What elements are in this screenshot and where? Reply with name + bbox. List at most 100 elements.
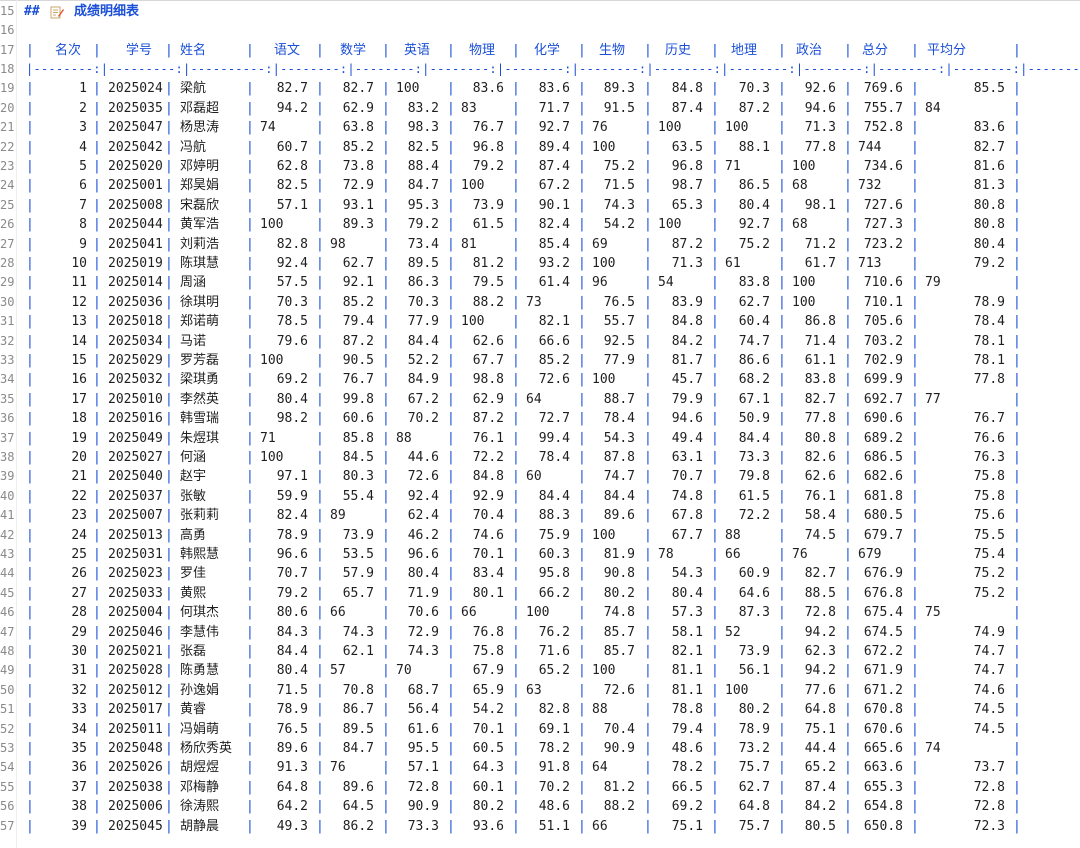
- table-cell[interactable]: 2025006: [108, 797, 163, 816]
- table-cell[interactable]: 94.2: [277, 99, 308, 118]
- table-cell[interactable]: 98.1: [805, 196, 836, 215]
- table-cell[interactable]: 徐涛熙: [180, 797, 219, 816]
- table-cell[interactable]: 梁航: [180, 79, 206, 98]
- table-cell[interactable]: 81.6: [974, 157, 1005, 176]
- table-cell[interactable]: 87.2: [672, 235, 703, 254]
- table-header-cell[interactable]: 平均分: [927, 41, 966, 60]
- table-cell[interactable]: 69.1: [539, 720, 570, 739]
- table-cell[interactable]: 64.5: [343, 797, 374, 816]
- table-cell[interactable]: 84: [925, 99, 941, 118]
- table-cell[interactable]: 72.7: [539, 409, 570, 428]
- editor-line[interactable]: 16: [0, 21, 1080, 40]
- editor-line[interactable]: 51 | | | | | | | | | | | | | | | 33 2025017 黄睿 78.9 86.7 56.4…: [0, 700, 1080, 719]
- table-cell[interactable]: 92.9: [473, 487, 504, 506]
- table-cell[interactable]: 2025023: [108, 564, 163, 583]
- table-cell[interactable]: 88.4: [408, 157, 439, 176]
- table-cell[interactable]: 57: [330, 661, 346, 680]
- table-cell[interactable]: 86.6: [739, 351, 770, 370]
- table-cell[interactable]: 679: [858, 545, 881, 564]
- table-cell[interactable]: 84.8: [672, 312, 703, 331]
- table-cell[interactable]: 49.3: [277, 817, 308, 836]
- table-cell[interactable]: 70.6: [408, 603, 439, 622]
- table-cell[interactable]: 63.5: [672, 138, 703, 157]
- editor-line[interactable]: 18 |--------:|---------:|----------:|----…: [0, 60, 1080, 79]
- table-cell[interactable]: 62.1: [343, 642, 374, 661]
- table-cell[interactable]: 76.7: [974, 409, 1005, 428]
- table-cell[interactable]: 744: [858, 138, 881, 157]
- table-cell[interactable]: 72.6: [408, 467, 439, 486]
- editor-line[interactable]: 26 | | | | | | | | | | | | | | | 8 2025044 黄军浩 100 89.3 79.2 6…: [0, 215, 1080, 234]
- editor-line[interactable]: 56 | | | | | | | | | | | | | | | 38 2025006 徐涛熙 64.2 64.5 90.…: [0, 797, 1080, 816]
- table-cell[interactable]: 2025011: [108, 720, 163, 739]
- table-cell[interactable]: 67.2: [408, 390, 439, 409]
- table-cell[interactable]: 60.7: [277, 138, 308, 157]
- table-cell[interactable]: 100: [461, 176, 484, 195]
- table-cell[interactable]: 75.9: [539, 526, 570, 545]
- table-cell[interactable]: 670.8: [864, 700, 903, 719]
- table-cell[interactable]: 86.2: [343, 817, 374, 836]
- table-cell[interactable]: 72.2: [473, 448, 504, 467]
- table-cell[interactable]: 85.2: [343, 293, 374, 312]
- table-cell[interactable]: 陈勇慧: [180, 661, 219, 680]
- table-cell[interactable]: 25: [71, 545, 87, 564]
- table-cell[interactable]: 57.1: [277, 196, 308, 215]
- table-cell[interactable]: 85.2: [343, 138, 374, 157]
- table-cell[interactable]: 100: [725, 681, 748, 700]
- table-cell[interactable]: 78.5: [277, 312, 308, 331]
- table-cell[interactable]: 670.6: [864, 720, 903, 739]
- table-cell[interactable]: 2025013: [108, 526, 163, 545]
- table-cell[interactable]: 66.5: [672, 778, 703, 797]
- table-cell[interactable]: 75.8: [974, 487, 1005, 506]
- table-cell[interactable]: 675.4: [864, 603, 903, 622]
- table-cell[interactable]: 54.2: [473, 700, 504, 719]
- table-cell[interactable]: 68: [792, 215, 808, 234]
- table-cell[interactable]: 72.3: [974, 817, 1005, 836]
- table-cell[interactable]: 89.5: [343, 720, 374, 739]
- table-header-cell[interactable]: 数学: [340, 41, 366, 60]
- table-cell[interactable]: 82.7: [343, 79, 374, 98]
- table-cell[interactable]: 84.4: [408, 332, 439, 351]
- table-cell[interactable]: 70.4: [604, 720, 635, 739]
- table-cell[interactable]: 76.8: [473, 623, 504, 642]
- table-cell[interactable]: 72.9: [408, 623, 439, 642]
- editor-line[interactable]: 44 | | | | | | | | | | | | | | | 26 2025023 罗佳 70.7 57.9 80.4…: [0, 564, 1080, 583]
- table-cell[interactable]: 梁琪勇: [180, 370, 219, 389]
- table-cell[interactable]: 76.5: [277, 720, 308, 739]
- table-cell[interactable]: 77.8: [805, 138, 836, 157]
- table-cell[interactable]: 80.2: [604, 584, 635, 603]
- table-cell[interactable]: 77.6: [805, 681, 836, 700]
- table-cell[interactable]: 张磊: [180, 642, 206, 661]
- table-cell[interactable]: 64.8: [805, 700, 836, 719]
- table-cell[interactable]: 23: [71, 506, 87, 525]
- table-cell[interactable]: 19: [71, 429, 87, 448]
- table-cell[interactable]: 20: [71, 448, 87, 467]
- table-cell[interactable]: 2025021: [108, 642, 163, 661]
- table-cell[interactable]: 77.9: [408, 312, 439, 331]
- table-cell[interactable]: 65.7: [343, 584, 374, 603]
- table-cell[interactable]: 680.5: [864, 506, 903, 525]
- table-cell[interactable]: 92.4: [408, 487, 439, 506]
- table-cell[interactable]: 62.4: [408, 506, 439, 525]
- table-cell[interactable]: 679.7: [864, 526, 903, 545]
- table-cell[interactable]: 2025048: [108, 739, 163, 758]
- table-cell[interactable]: 59.9: [277, 487, 308, 506]
- table-cell[interactable]: 78.9: [974, 293, 1005, 312]
- table-cell[interactable]: 75.7: [739, 758, 770, 777]
- table-cell[interactable]: 2025031: [108, 545, 163, 564]
- table-cell[interactable]: 689.2: [864, 429, 903, 448]
- table-cell[interactable]: 71.5: [277, 681, 308, 700]
- table-cell[interactable]: 61.4: [539, 273, 570, 292]
- table-cell[interactable]: 88.3: [539, 506, 570, 525]
- table-cell[interactable]: 罗芳磊: [180, 351, 219, 370]
- table-cell[interactable]: 90.5: [343, 351, 374, 370]
- table-cell[interactable]: 2025027: [108, 448, 163, 467]
- table-cell[interactable]: 2025001: [108, 176, 163, 195]
- table-cell[interactable]: 98.2: [277, 409, 308, 428]
- table-cell[interactable]: 100: [725, 118, 748, 137]
- table-cell[interactable]: 84.9: [408, 370, 439, 389]
- table-cell[interactable]: 2025008: [108, 196, 163, 215]
- editor-line[interactable]: 52 | | | | | | | | | | | | | | | 34 2025011 冯娟萌 76.5 89.5 61.…: [0, 720, 1080, 739]
- table-cell[interactable]: 74.5: [974, 700, 1005, 719]
- table-cell[interactable]: 73.2: [739, 739, 770, 758]
- table-cell[interactable]: 2025046: [108, 623, 163, 642]
